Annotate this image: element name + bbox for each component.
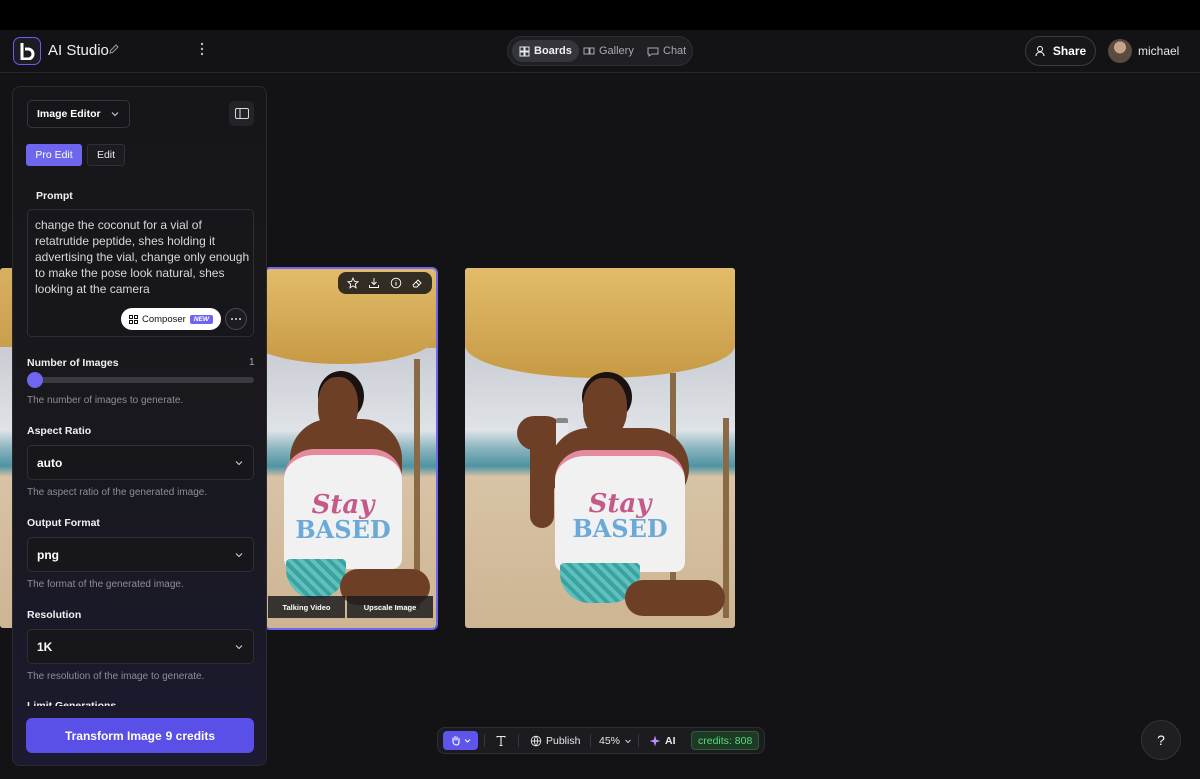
- grid-icon: [129, 314, 138, 324]
- help-button[interactable]: ?: [1141, 720, 1181, 760]
- aspect-ratio-value: auto: [37, 455, 63, 470]
- pencil-icon[interactable]: [108, 43, 120, 55]
- text-icon: [496, 735, 506, 746]
- num-images-slider-thumb[interactable]: [27, 372, 43, 388]
- board-image-result[interactable]: Stay BASED: [465, 268, 735, 628]
- resolution-label: Resolution: [27, 609, 82, 621]
- boards-icon: [519, 46, 530, 56]
- output-format-help: The format of the generated image.: [27, 579, 184, 590]
- mode-select-value: Image Editor: [37, 108, 101, 120]
- output-format-label: Output Format: [27, 517, 100, 529]
- chevron-down-icon: [235, 553, 243, 558]
- sidebar-icon: [234, 108, 249, 119]
- aspect-ratio-label: Aspect Ratio: [27, 425, 92, 437]
- more-options-button[interactable]: [225, 308, 247, 330]
- chevron-down-icon: [625, 739, 631, 743]
- ai-button[interactable]: AI: [649, 728, 676, 753]
- publish-label: Publish: [546, 734, 581, 747]
- avatar[interactable]: [1108, 39, 1132, 63]
- zoom-select[interactable]: 45%: [599, 728, 632, 753]
- bottom-toolbar: Publish 45% AI credits: 808: [437, 727, 765, 754]
- output-format-value: png: [37, 547, 59, 562]
- aspect-ratio-select[interactable]: auto: [27, 445, 254, 480]
- prompt-text: change the coconut for a vial of retatru…: [35, 218, 250, 296]
- new-badge: NEW: [189, 314, 213, 324]
- num-images-help: The number of images to generate.: [27, 395, 184, 406]
- num-images-value: 1: [249, 357, 255, 368]
- resolution-help: The resolution of the image to generate.: [27, 671, 205, 682]
- shirt-graphic-result: Stay BASED: [555, 450, 685, 572]
- chevron-down-icon: [235, 645, 243, 650]
- aspect-ratio-help: The aspect ratio of the generated image.: [27, 487, 208, 498]
- num-images-slider[interactable]: [27, 377, 254, 383]
- share-button[interactable]: Share: [1025, 36, 1096, 66]
- nav-boards-label: Boards: [534, 45, 572, 57]
- image-toolbar: [338, 272, 432, 294]
- nav-gallery-label: Gallery: [599, 45, 634, 57]
- upscale-image-button[interactable]: Upscale Image: [347, 596, 433, 618]
- composer-label: Composer: [142, 313, 186, 325]
- tab-pro-edit[interactable]: Pro Edit: [26, 144, 82, 166]
- shirt-text-result-2: BASED: [572, 513, 668, 543]
- kebab-menu-icon[interactable]: [196, 42, 208, 56]
- globe-icon: [530, 735, 542, 746]
- hand-tool-button[interactable]: [443, 731, 478, 750]
- gallery-icon: [583, 47, 595, 55]
- view-switcher: Boards Gallery Chat: [507, 36, 693, 66]
- logo-icon: [20, 43, 35, 60]
- tab-edit[interactable]: Edit: [87, 144, 125, 166]
- app-title: AI Studio: [48, 42, 109, 59]
- credits-badge: credits: 808: [691, 731, 760, 750]
- zoom-value: 45%: [599, 734, 621, 747]
- username: michael: [1138, 44, 1180, 58]
- limit-generations-label: Limit Generations: [27, 700, 117, 706]
- selection-outline: [264, 267, 438, 630]
- star-icon[interactable]: [346, 277, 359, 289]
- info-icon[interactable]: [390, 277, 402, 289]
- sidebar-toggle-button[interactable]: [229, 101, 254, 126]
- nav-chat-label: Chat: [663, 45, 687, 57]
- chevron-down-icon: [111, 112, 119, 117]
- eraser-icon[interactable]: [411, 277, 423, 289]
- share-label: Share: [1052, 44, 1087, 58]
- ai-label: AI: [665, 734, 676, 747]
- resolution-select[interactable]: 1K: [27, 629, 254, 664]
- hand-icon: [452, 735, 460, 746]
- mode-select[interactable]: Image Editor: [27, 100, 130, 128]
- app-logo[interactable]: [13, 37, 41, 65]
- resolution-value: 1K: [37, 639, 53, 654]
- prompt-label: Prompt: [36, 190, 73, 202]
- talking-video-button[interactable]: Talking Video: [268, 596, 345, 618]
- nav-boards[interactable]: Boards: [512, 40, 579, 62]
- transform-image-button[interactable]: Transform Image 9 credits: [26, 718, 254, 753]
- text-tool-button[interactable]: [495, 728, 507, 753]
- chevron-down-icon: [464, 739, 471, 743]
- question-icon: ?: [1157, 732, 1165, 748]
- more-icon: [231, 318, 241, 320]
- output-format-select[interactable]: png: [27, 537, 254, 572]
- app-header: AI Studio Boards Gallery Chat Share mich…: [0, 30, 1200, 73]
- nav-chat[interactable]: Chat: [640, 40, 693, 62]
- chat-icon: [647, 47, 659, 57]
- num-images-label: Number of Images: [27, 357, 119, 369]
- download-icon[interactable]: [368, 277, 380, 289]
- user-plus-icon: [1035, 46, 1045, 57]
- publish-button[interactable]: Publish: [530, 728, 580, 753]
- composer-button[interactable]: Composer NEW: [121, 308, 221, 330]
- transform-credits: 9 credits: [165, 728, 216, 743]
- transform-label: Transform Image: [64, 728, 162, 743]
- window-top-strip: [0, 0, 1200, 30]
- image-editor-panel: Image Editor Pro Edit Edit Prompt change…: [12, 86, 267, 766]
- chevron-down-icon: [235, 461, 243, 466]
- sparkle-icon: [649, 735, 661, 746]
- prompt-textarea[interactable]: change the coconut for a vial of retatru…: [27, 209, 254, 337]
- nav-gallery[interactable]: Gallery: [576, 40, 641, 62]
